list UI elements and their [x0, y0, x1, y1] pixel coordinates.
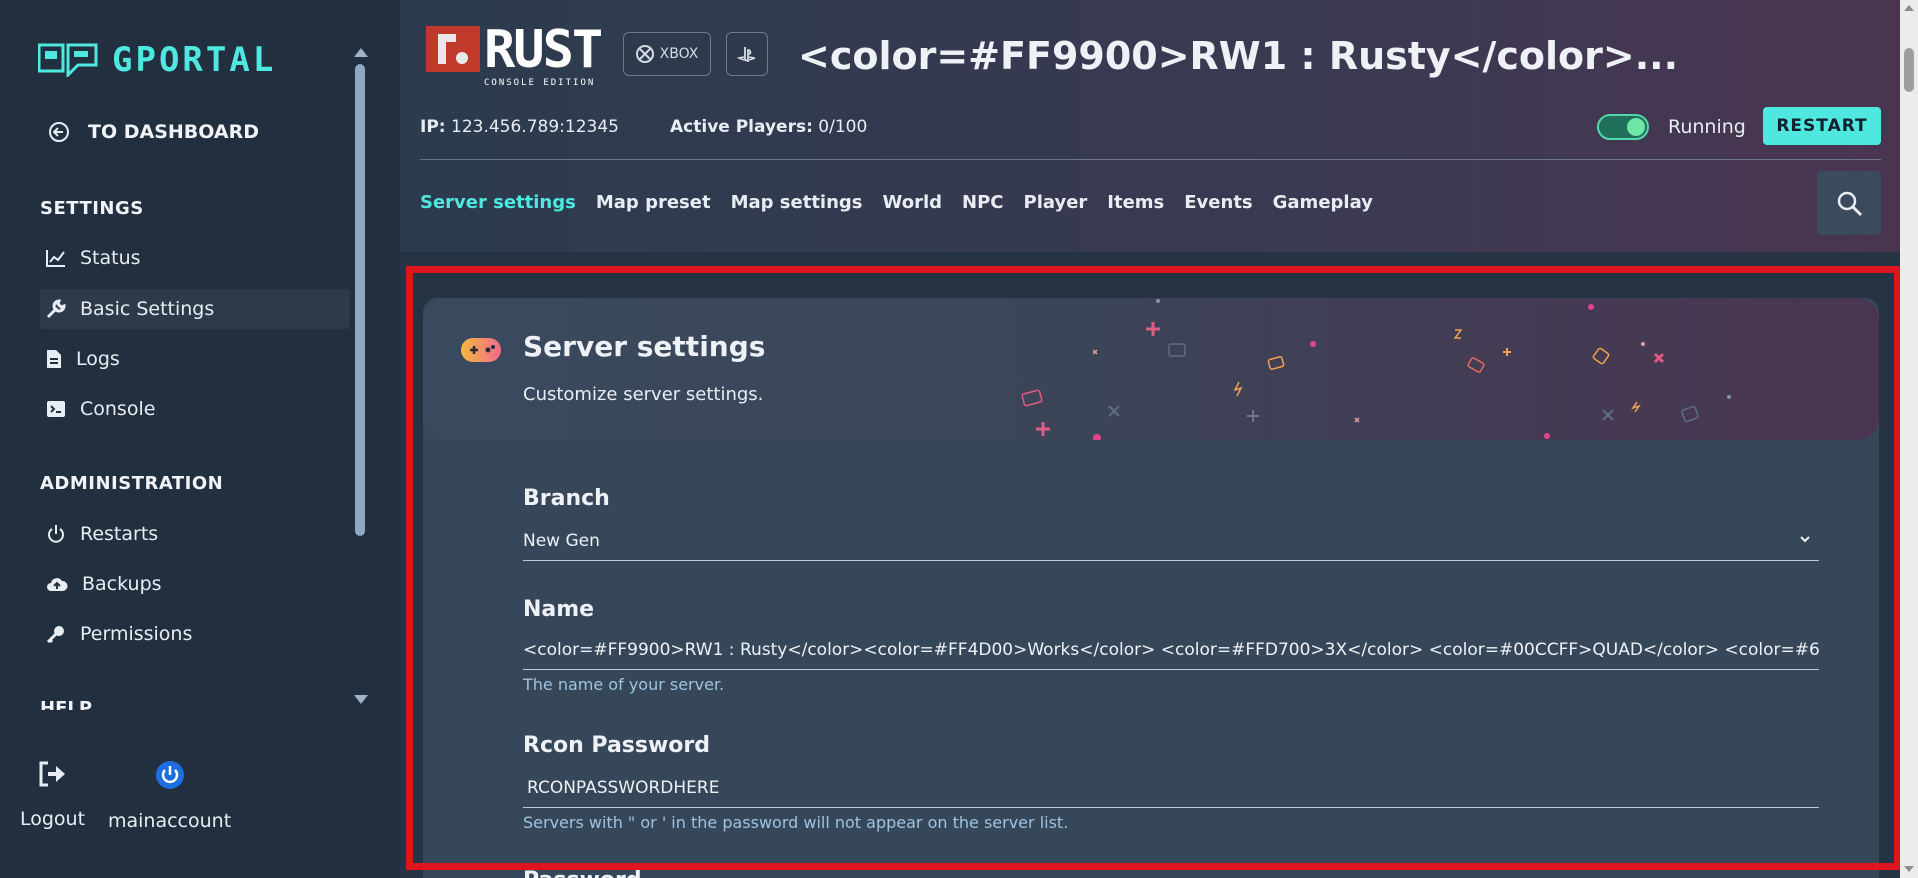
sidebar-item-backups[interactable]: Backups — [40, 564, 350, 604]
sidebar-item-label: Basic Settings — [80, 298, 215, 320]
sidebar-scroll-down-icon[interactable] — [354, 695, 368, 704]
xbox-platform-badge: XBOX — [623, 32, 711, 76]
sidebar-item-label: Backups — [82, 573, 162, 595]
xbox-icon — [635, 45, 654, 63]
settings-section-title: SETTINGS — [40, 198, 144, 219]
branch-select[interactable]: New Gen — [523, 521, 1819, 561]
playstation-platform-badge — [726, 32, 768, 76]
cloud-upload-icon — [47, 578, 68, 591]
gportal-logo-icon — [38, 43, 98, 77]
card-title: Server settings — [523, 330, 766, 363]
gamepad-icon — [461, 338, 501, 362]
restart-button[interactable]: RESTART — [1763, 107, 1881, 145]
tab-map-settings[interactable]: Map settings — [731, 192, 863, 213]
branch-label: Branch — [523, 486, 610, 511]
rcon-password-label: Rcon Password — [523, 733, 711, 758]
tab-world[interactable]: World — [883, 192, 943, 213]
wrench-icon — [46, 299, 66, 319]
card-header: Server settings Customize server setting… — [423, 298, 1879, 440]
rcon-password-value: RCONPASSWORDHERE — [527, 777, 720, 798]
rust-mark-icon — [426, 26, 480, 72]
players-label: Active Players: — [670, 117, 813, 137]
back-arrow-icon — [49, 122, 69, 142]
ip-label: IP: — [420, 117, 446, 137]
rust-console-logo: RUST CONSOLE EDITION — [426, 20, 603, 88]
search-button[interactable] — [1817, 171, 1881, 235]
sidebar-item-status[interactable]: Status — [40, 238, 350, 278]
settings-tabs: Server settings Map preset Map settings … — [420, 192, 1373, 213]
to-dashboard-label: TO DASHBOARD — [88, 121, 260, 143]
sidebar-scrollbar-thumb[interactable] — [355, 64, 365, 536]
account-label: mainaccount — [108, 810, 232, 832]
tab-npc[interactable]: NPC — [962, 192, 1003, 213]
server-status-text: Running — [1668, 116, 1746, 138]
gportal-logo[interactable]: GPORTAL — [38, 40, 276, 80]
account-button[interactable]: mainaccount — [108, 760, 231, 832]
help-section-title: HELP — [40, 698, 93, 710]
sidebar-item-logs[interactable]: Logs — [40, 339, 350, 379]
sidebar-item-label: Logs — [76, 348, 120, 370]
sidebar-item-label: Console — [80, 398, 156, 420]
playstation-icon — [737, 47, 756, 62]
decorative-pattern-icon — [1021, 299, 1731, 440]
players-value: 0/100 — [818, 117, 868, 137]
password-label: Password — [523, 868, 642, 878]
name-label: Name — [523, 597, 595, 622]
header-divider — [420, 159, 1881, 160]
sidebar-item-console[interactable]: Console — [40, 389, 350, 429]
administration-section-title: ADMINISTRATION — [40, 473, 224, 494]
chart-line-icon — [46, 250, 65, 267]
ip-value: 123.456.789:12345 — [451, 117, 619, 137]
logout-label: Logout — [20, 808, 86, 830]
server-title: <color=#FF9900>RW1 : Rusty</color>... — [798, 34, 1679, 78]
sidebar-item-basic-settings[interactable]: Basic Settings — [40, 289, 350, 329]
server-header: RUST CONSOLE EDITION XBOX <color=#FF9900… — [400, 0, 1900, 252]
server-running-toggle[interactable] — [1597, 114, 1649, 140]
rcon-password-input[interactable]: RCONPASSWORDHERE — [523, 768, 1819, 808]
sidebar-item-label: Status — [80, 247, 141, 269]
to-dashboard-link[interactable]: TO DASHBOARD — [48, 121, 259, 143]
scroll-down-icon[interactable] — [1904, 866, 1914, 872]
sidebar: GPORTAL TO DASHBOARD SETTINGS Status Bas… — [0, 0, 400, 878]
sidebar-item-label: Permissions — [80, 623, 193, 645]
sidebar-item-restarts[interactable]: Restarts — [40, 514, 350, 554]
search-icon — [1837, 191, 1863, 217]
brand-name: GPORTAL — [112, 40, 277, 80]
key-icon — [46, 626, 64, 644]
chevron-down-icon — [1800, 536, 1810, 543]
tab-server-settings[interactable]: Server settings — [420, 192, 576, 213]
rcon-help-text: Servers with " or ' in the password will… — [523, 813, 1069, 832]
account-power-icon — [155, 761, 184, 789]
logout-icon — [39, 761, 65, 787]
server-ip: IP: 123.456.789:12345 — [420, 117, 619, 137]
name-input[interactable]: <color=#FF9900>RW1 : Rusty</color><color… — [523, 630, 1819, 670]
sidebar-item-label: Restarts — [80, 523, 159, 545]
xbox-label: XBOX — [659, 46, 699, 62]
game-logo-main: RUST — [484, 20, 603, 80]
power-icon — [48, 525, 64, 543]
name-help-text: The name of your server. — [523, 675, 725, 694]
game-logo-sub: CONSOLE EDITION — [484, 78, 596, 88]
sidebar-scroll-up-icon[interactable] — [354, 48, 368, 57]
document-icon — [47, 350, 61, 368]
tab-gameplay[interactable]: Gameplay — [1273, 192, 1373, 213]
tab-events[interactable]: Events — [1184, 192, 1252, 213]
tab-map-preset[interactable]: Map preset — [596, 192, 711, 213]
tab-items[interactable]: Items — [1107, 192, 1164, 213]
active-players: Active Players: 0/100 — [670, 117, 867, 137]
branch-value: New Gen — [523, 530, 600, 551]
card-subtitle: Customize server settings. — [523, 384, 764, 405]
scroll-up-icon[interactable] — [1904, 5, 1914, 11]
page-scrollbar-thumb[interactable] — [1904, 48, 1914, 92]
logout-button[interactable]: Logout — [20, 760, 85, 830]
tab-player[interactable]: Player — [1024, 192, 1088, 213]
terminal-icon — [47, 401, 65, 417]
name-value: <color=#FF9900>RW1 : Rusty</color><color… — [523, 639, 1819, 660]
page-scrollbar[interactable] — [1900, 0, 1918, 878]
sidebar-item-permissions[interactable]: Permissions — [40, 614, 350, 654]
